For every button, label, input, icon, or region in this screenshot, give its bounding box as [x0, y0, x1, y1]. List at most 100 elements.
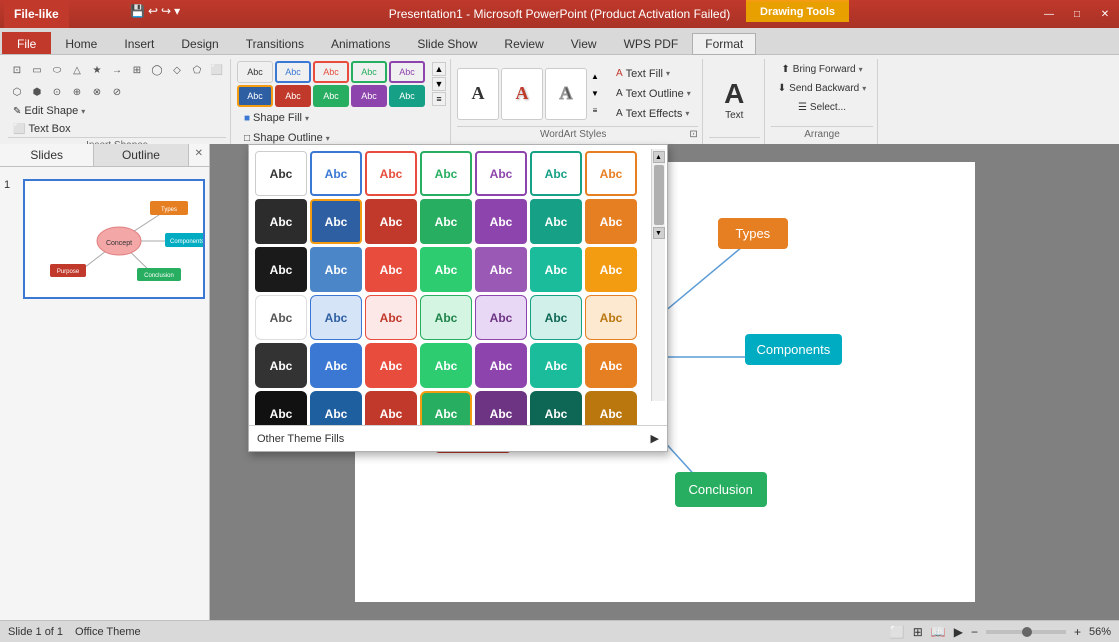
text-fill-button[interactable]: A Text Fill ▾	[609, 65, 698, 83]
file-menu-icon[interactable]: File-like	[4, 0, 69, 28]
save-icon[interactable]: 💾	[130, 4, 145, 18]
style-scroll-up[interactable]: ▲	[432, 62, 446, 76]
tab-transitions[interactable]: Transitions	[233, 32, 317, 54]
view-reading-btn[interactable]: 📖	[931, 625, 946, 639]
style-cell-1-4[interactable]: Abc	[420, 151, 472, 196]
tab-home[interactable]: Home	[52, 32, 110, 54]
tab-review[interactable]: Review	[491, 32, 556, 54]
style-cell-1-5[interactable]: Abc	[475, 151, 527, 196]
wordart-style-3[interactable]: A	[545, 68, 587, 120]
zoom-out-btn[interactable]: −	[971, 625, 978, 639]
style-cell-5-4[interactable]: Abc	[420, 343, 472, 388]
tab-file[interactable]: File	[2, 32, 51, 54]
maximize-button[interactable]: □	[1063, 0, 1091, 28]
shape-extra6-btn[interactable]: ⊘	[108, 83, 126, 101]
shape-fill-button[interactable]: ■ Shape Fill ▾	[237, 109, 446, 127]
style-cell-5-2[interactable]: Abc	[310, 343, 362, 388]
style-cell-6-5[interactable]: Abc	[475, 391, 527, 425]
shape-style-4[interactable]: Abc	[351, 61, 387, 83]
style-cell-1-7[interactable]: Abc	[585, 151, 637, 196]
shape-line-btn[interactable]: ⊡	[8, 61, 26, 79]
style-cell-3-5[interactable]: Abc	[475, 247, 527, 292]
shape-style-9[interactable]: Abc	[351, 85, 387, 107]
style-cell-4-1[interactable]: Abc	[255, 295, 307, 340]
shape-arrow-btn[interactable]: →	[108, 61, 126, 79]
style-cell-5-1[interactable]: Abc	[255, 343, 307, 388]
zoom-slider[interactable]	[986, 630, 1066, 634]
text-large-button[interactable]: A Text	[720, 74, 748, 125]
close-button[interactable]: ✕	[1091, 0, 1119, 28]
shape-box-btn[interactable]: ⬜	[208, 61, 226, 79]
shape-oval-btn[interactable]: ⬭	[48, 61, 66, 79]
style-cell-3-1[interactable]: Abc	[255, 247, 307, 292]
dropdown-scroll-down[interactable]: ▼	[653, 227, 665, 239]
send-backward-button[interactable]: ⬇Send Backward▾	[771, 80, 873, 97]
shape-style-6[interactable]: Abc	[237, 85, 273, 107]
shape-curved-btn[interactable]: ◯	[148, 61, 166, 79]
style-expand[interactable]: ≡	[432, 92, 446, 106]
tab-insert[interactable]: Insert	[111, 32, 167, 54]
custom-icon[interactable]: ▾	[174, 4, 180, 18]
style-scroll-down[interactable]: ▼	[432, 77, 446, 91]
shape-extra4-btn[interactable]: ⊕	[68, 83, 86, 101]
select-pane-button[interactable]: ☰Select...	[791, 99, 853, 116]
style-cell-1-2[interactable]: Abc	[310, 151, 362, 196]
slide-thumbnail[interactable]: Concept Types Components Purpose Conclus…	[23, 179, 205, 299]
style-cell-6-7[interactable]: Abc	[585, 391, 637, 425]
text-outline-button[interactable]: A Text Outline ▾	[609, 85, 698, 103]
dropdown-scroll-thumb[interactable]	[654, 165, 664, 225]
zoom-in-btn[interactable]: +	[1074, 625, 1081, 639]
wordart-style-scroll-up[interactable]: ▲ ▼ ≡	[589, 68, 601, 120]
view-slideshow-btn[interactable]: ▶	[954, 625, 963, 639]
components-node[interactable]: Components	[745, 334, 843, 365]
style-cell-2-3[interactable]: Abc	[365, 199, 417, 244]
shape-extra2-btn[interactable]: ⬢	[28, 83, 46, 101]
shape-diamond-btn[interactable]: ◇	[168, 61, 186, 79]
shape-style-8[interactable]: Abc	[313, 85, 349, 107]
types-node[interactable]: Types	[718, 218, 789, 249]
tab-slides[interactable]: Slides	[0, 144, 94, 166]
shape-extra-btn[interactable]: ⬡	[8, 83, 26, 101]
minimize-button[interactable]: —	[1035, 0, 1063, 28]
shape-style-10[interactable]: Abc	[389, 85, 425, 107]
style-cell-4-5[interactable]: Abc	[475, 295, 527, 340]
redo-icon[interactable]: ↪	[161, 4, 171, 18]
style-cell-2-1[interactable]: Abc	[255, 199, 307, 244]
style-cell-1-6[interactable]: Abc	[530, 151, 582, 196]
style-cell-6-2[interactable]: Abc	[310, 391, 362, 425]
style-cell-3-2[interactable]: Abc	[310, 247, 362, 292]
style-cell-2-6[interactable]: Abc	[530, 199, 582, 244]
style-cell-4-7[interactable]: Abc	[585, 295, 637, 340]
style-cell-4-3[interactable]: Abc	[365, 295, 417, 340]
style-cell-3-7[interactable]: Abc	[585, 247, 637, 292]
style-cell-5-7[interactable]: Abc	[585, 343, 637, 388]
view-slide-sorter-btn[interactable]: ⊞	[913, 625, 923, 639]
shape-style-2[interactable]: Abc	[275, 61, 311, 83]
tab-format[interactable]: Format	[692, 33, 756, 55]
style-cell-4-4[interactable]: Abc	[420, 295, 472, 340]
style-cell-1-1[interactable]: Abc	[255, 151, 307, 196]
other-theme-fills-button[interactable]: Other Theme Fills ▶	[249, 425, 667, 451]
style-cell-6-3[interactable]: Abc	[365, 391, 417, 425]
bring-forward-button[interactable]: ⬆Bring Forward▾	[774, 61, 869, 78]
tab-slideshow[interactable]: Slide Show	[404, 32, 490, 54]
shape-style-5[interactable]: Abc	[389, 61, 425, 83]
undo-icon[interactable]: ↩	[148, 4, 158, 18]
panel-close-button[interactable]: ✕	[189, 144, 209, 166]
style-cell-4-2[interactable]: Abc	[310, 295, 362, 340]
style-cell-2-5[interactable]: Abc	[475, 199, 527, 244]
shape-style-3[interactable]: Abc	[313, 61, 349, 83]
shape-triangle-btn[interactable]: △	[68, 61, 86, 79]
text-effects-button[interactable]: A Text Effects ▾	[609, 105, 698, 123]
zoom-level[interactable]: 56%	[1089, 626, 1111, 638]
shape-star-btn[interactable]: ★	[88, 61, 106, 79]
shape-rect-btn[interactable]: ▭	[28, 61, 46, 79]
conclusion-node[interactable]: Conclusion	[675, 472, 767, 507]
shape-pentagon-btn[interactable]: ⬠	[188, 61, 206, 79]
tab-design[interactable]: Design	[168, 32, 231, 54]
dropdown-scroll-up[interactable]: ▲	[653, 151, 665, 163]
shape-extra3-btn[interactable]: ⊙	[48, 83, 66, 101]
tab-outline[interactable]: Outline	[94, 144, 188, 166]
style-cell-1-3[interactable]: Abc	[365, 151, 417, 196]
wordart-style-2[interactable]: A	[501, 68, 543, 120]
